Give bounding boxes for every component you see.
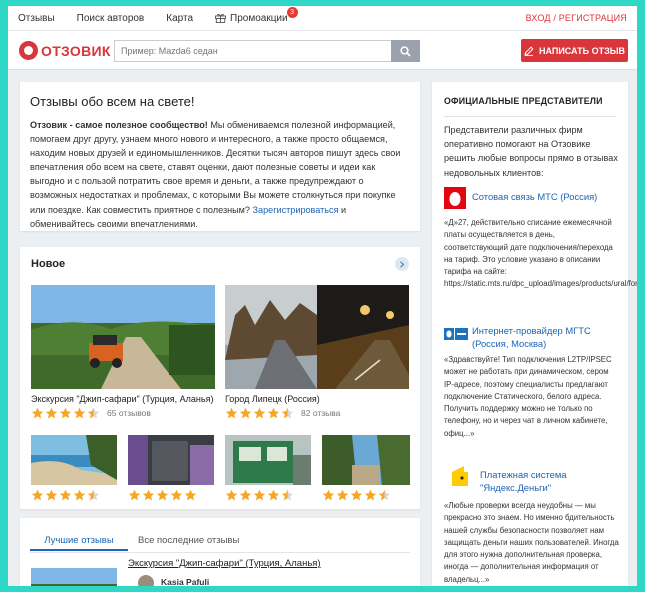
about-card: Отзывы обо всем на свете! Отзовик - само… [20,82,420,231]
top-nav: Отзывы Поиск авторов Карта Промоакции 3 … [8,6,637,30]
star-icon [378,489,391,501]
star-icon [239,489,252,501]
chevron-right-icon [400,260,405,268]
reps-title: ОФИЦИАЛЬНЫЕ ПРЕДСТАВИТЕЛИ [444,96,603,106]
yandex-money-icon[interactable] [450,464,470,488]
logo-mark-icon [19,41,38,60]
reviews-tabs-card: Лучшие отзывы Все последние отзывы Экску… [20,518,420,586]
next-arrow-button[interactable] [395,257,409,271]
star-icon [170,489,183,501]
star-icon [322,489,335,501]
reps-divider [444,116,616,117]
rating-stars-jeep-safari: 65 отзывов [31,407,151,419]
star-icon [59,489,72,501]
rating-stars-trees [322,489,392,501]
login-register-link[interactable]: ВХОД / РЕГИСТРАЦИЯ [526,13,627,23]
rating-stars-device [128,489,198,501]
nav-promo-label: Промоакции [230,12,288,24]
review-caption-lipetsk[interactable]: Город Липецк (Россия) [225,394,320,404]
app-frame: Отзывы Поиск авторов Карта Промоакции 3 … [8,6,637,586]
pencil-icon [524,45,534,56]
about-title: Отзывы обо всем на свете! [30,94,195,109]
search-button[interactable] [391,40,420,62]
star-icon [336,489,349,501]
review-photo-beach[interactable] [31,435,117,485]
review-photo-device[interactable] [128,435,214,485]
review-photo-trees[interactable] [322,435,410,485]
tab-best-reviews[interactable]: Лучшие отзывы [30,529,128,551]
star-icon [31,407,44,419]
header: ОТЗОВИК НАПИСАТЬ ОТЗЫВ [8,30,637,70]
reps-intro: Представители различных фирм оперативно … [444,125,618,178]
about-body: Мы обмениваемся полезной информацией, по… [30,120,401,215]
register-link[interactable]: Зарегистрироваться [253,205,339,215]
star-icon [239,407,252,419]
star-icon [87,407,100,419]
logo-text: ОТЗОВИК [41,42,111,59]
star-icon [59,407,72,419]
star-icon [364,489,377,501]
star-icon [225,489,238,501]
star-icon [87,489,100,501]
best-review-thumbnail[interactable] [31,568,117,586]
new-section-title: Новое [31,258,66,270]
star-icon [128,489,141,501]
search-icon [400,45,411,57]
about-text: Отзовик - самое полезное сообщество! Мы … [30,118,410,231]
star-icon [225,407,238,419]
star-icon [184,489,197,501]
star-icon [350,489,363,501]
star-icon [267,407,280,419]
mts-egg-icon[interactable] [444,187,466,209]
nav-author-search[interactable]: Поиск авторов [77,13,145,24]
star-icon [253,407,266,419]
star-icon [281,489,294,501]
review-count[interactable]: 65 отзывов [107,408,151,418]
rep-text-mgts: «Здравствуйте! Тип подключения L2TP/IPSE… [444,355,612,438]
official-reps-card: ОФИЦИАЛЬНЫЕ ПРЕДСТАВИТЕЛИ Представители … [432,82,637,586]
nav-reviews[interactable]: Отзывы [18,13,55,24]
star-icon [156,489,169,501]
star-icon [45,407,58,419]
write-review-label: НАПИСАТЬ ОТЗЫВ [538,45,626,56]
rating-stars-lipetsk: 82 отзыва [225,407,340,419]
rep-text-mts: «Д»27, действительно списание ежемесячно… [444,218,637,289]
rep-text-yandex: «Любые проверки всегда неудобны — мы пре… [444,501,619,584]
rep-name-mgts[interactable]: Интернет-провайдер МГТС (Россия, Москва) [472,325,620,350]
search-input[interactable] [114,40,418,62]
mgts-logo-icon[interactable] [444,328,468,340]
star-icon [73,407,86,419]
star-icon [31,489,44,501]
star-icon [45,489,58,501]
rep-name-yandex[interactable]: Платежная система "Яндекс.Деньги" [480,469,620,494]
rating-stars-beach [31,489,101,501]
best-review-title[interactable]: Экскурсия "Джип-сафари" (Турция, Аланья) [128,558,321,569]
promo-count-badge: 3 [286,6,298,18]
new-section: Новое Экскурсия "Джип-сафари" (Турция, А… [20,247,420,509]
review-photo-kiosk[interactable] [225,435,311,485]
best-review-author[interactable]: Kasia Pafuli [161,577,209,586]
gift-icon [215,13,226,23]
tabs-divider [30,552,410,553]
review-count[interactable]: 82 отзыва [301,408,340,418]
tab-latest-reviews[interactable]: Все последние отзывы [138,535,239,546]
star-icon [253,489,266,501]
nav-promo[interactable]: Промоакции 3 [215,6,298,24]
nav-map[interactable]: Карта [166,13,193,24]
star-icon [142,489,155,501]
avatar[interactable] [138,575,154,586]
star-icon [73,489,86,501]
star-icon [267,489,280,501]
about-lead: Отзовик - самое полезное сообщество! [30,120,208,130]
review-photo-lipetsk[interactable] [225,285,409,389]
star-icon [281,407,294,419]
site-logo[interactable]: ОТЗОВИК [19,41,111,60]
rep-name-mts[interactable]: Сотовая связь МТС (Россия) [472,191,620,204]
rating-stars-kiosk [225,489,295,501]
review-photo-jeep-safari[interactable] [31,285,215,389]
review-caption-jeep-safari[interactable]: Экскурсия "Джип-сафари" (Турция, Аланья) [31,394,213,404]
write-review-button[interactable]: НАПИСАТЬ ОТЗЫВ [521,39,628,62]
